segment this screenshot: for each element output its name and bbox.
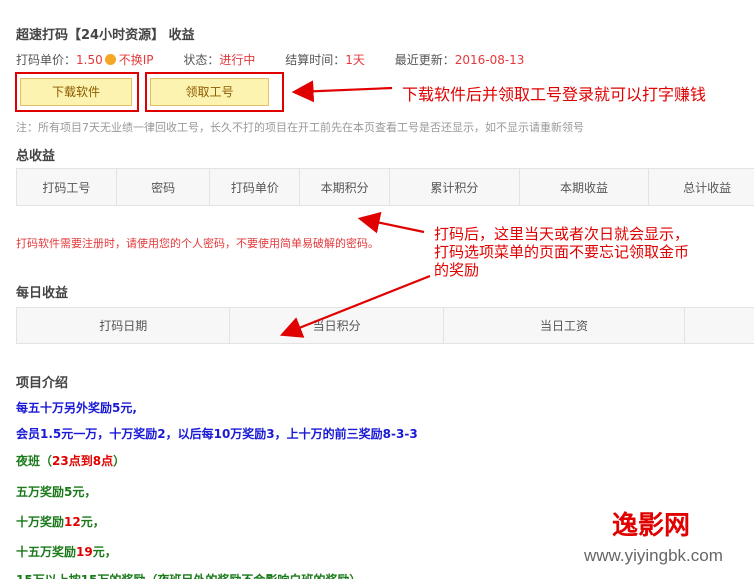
intro-line-1: 每五十万另外奖励5元, — [16, 401, 137, 415]
arrow-to-total — [357, 211, 425, 234]
col-day-wage: 当日工资 — [444, 308, 686, 343]
status-label: 状态： — [183, 53, 220, 67]
arrow-to-buttons — [291, 80, 393, 103]
watermark-url: www.yiyingbk.com — [584, 546, 723, 565]
page-title: 超速打码【24小时资源】 收益 — [16, 28, 195, 43]
col-unit-price: 打码单价 — [210, 169, 301, 205]
project-intro-title: 项目介绍 — [16, 376, 69, 391]
annotation-middle-3: 的奖励 — [434, 261, 480, 279]
updated-label: 最近更新： — [394, 53, 455, 67]
reward-line-1: 五万奖励5元， — [16, 485, 97, 499]
coin-icon — [104, 54, 116, 65]
settle-label: 结算时间： — [285, 53, 346, 67]
price-value: 1.50 — [76, 53, 103, 67]
night-end: ） — [113, 454, 126, 468]
price-label: 打码单价： — [16, 53, 77, 67]
col-work-id: 打码工号 — [17, 169, 117, 205]
reward-12: 12 — [64, 515, 81, 529]
download-software-button[interactable]: 下载软件 — [20, 78, 132, 106]
annotation-middle-2: 打码选项菜单的页面不要忘记领取金币 — [434, 243, 690, 261]
col-total-points: 累计积分 — [390, 169, 520, 205]
no-ip-badge: 不换IP — [118, 53, 154, 67]
reward-line-3: 十五万奖励19元， — [16, 545, 117, 559]
get-work-id-button[interactable]: 领取工号 — [150, 78, 269, 106]
reward-line-2: 十万奖励12元， — [16, 515, 105, 529]
daily-earnings-title: 每日收益 — [16, 286, 69, 301]
total-earnings-title: 总收益 — [16, 149, 56, 164]
col-day-points: 当日积分 — [230, 308, 444, 343]
project-meta: 打码单价：1.50 不换IP 状态：进行中 结算时间：1天 最近更新：2016-0… — [16, 51, 524, 68]
col-extra — [685, 308, 754, 343]
watermark-name: 逸影网 — [612, 511, 691, 541]
night-shift-line: 夜班（23点到8点） — [16, 452, 125, 469]
status-value: 进行中 — [219, 53, 256, 67]
col-period-points: 本期积分 — [300, 169, 391, 205]
password-warning: 打码软件需要注册时，请使用您的个人密码，不要使用简单易破解的密码。 — [16, 237, 379, 250]
settle-value: 1天 — [345, 53, 365, 67]
notice-text: 注：所有项目7天无业绩一律回收工号，长久不打的项目在开工前先在本页查看工号是否还… — [16, 121, 584, 134]
daily-earnings-header: 打码日期 当日积分 当日工资 — [16, 307, 754, 344]
col-date: 打码日期 — [17, 308, 231, 343]
total-earnings-header: 打码工号 密码 打码单价 本期积分 累计积分 本期收益 总计收益 — [16, 168, 754, 206]
reward-line-4: 15万以上按15万的奖励（夜班另外的奖励不会影响白班的奖励） — [16, 571, 361, 579]
col-password: 密码 — [117, 169, 211, 205]
annotation-middle-1: 打码后，这里当天或者次日就会显示， — [434, 225, 690, 243]
col-period-income: 本期收益 — [520, 169, 650, 205]
night-label: 夜班（ — [16, 454, 53, 468]
annotation-top: 下载软件后并领取工号登录就可以打字赚钱 — [402, 85, 707, 104]
col-total-income: 总计收益 — [683, 180, 732, 195]
intro-line-2: 会员1.5元一万，十万奖励2，以后每10万奖励3，上十万的前三奖励8-3-3 — [16, 427, 418, 441]
page: 超速打码【24小时资源】 收益 打码单价：1.50 不换IP 状态：进行中 结算时… — [0, 0, 754, 579]
updated-value: 2016-08-13 — [454, 53, 525, 67]
night-time: 23点到8点 — [52, 454, 114, 468]
reward-19: 19 — [76, 545, 93, 559]
